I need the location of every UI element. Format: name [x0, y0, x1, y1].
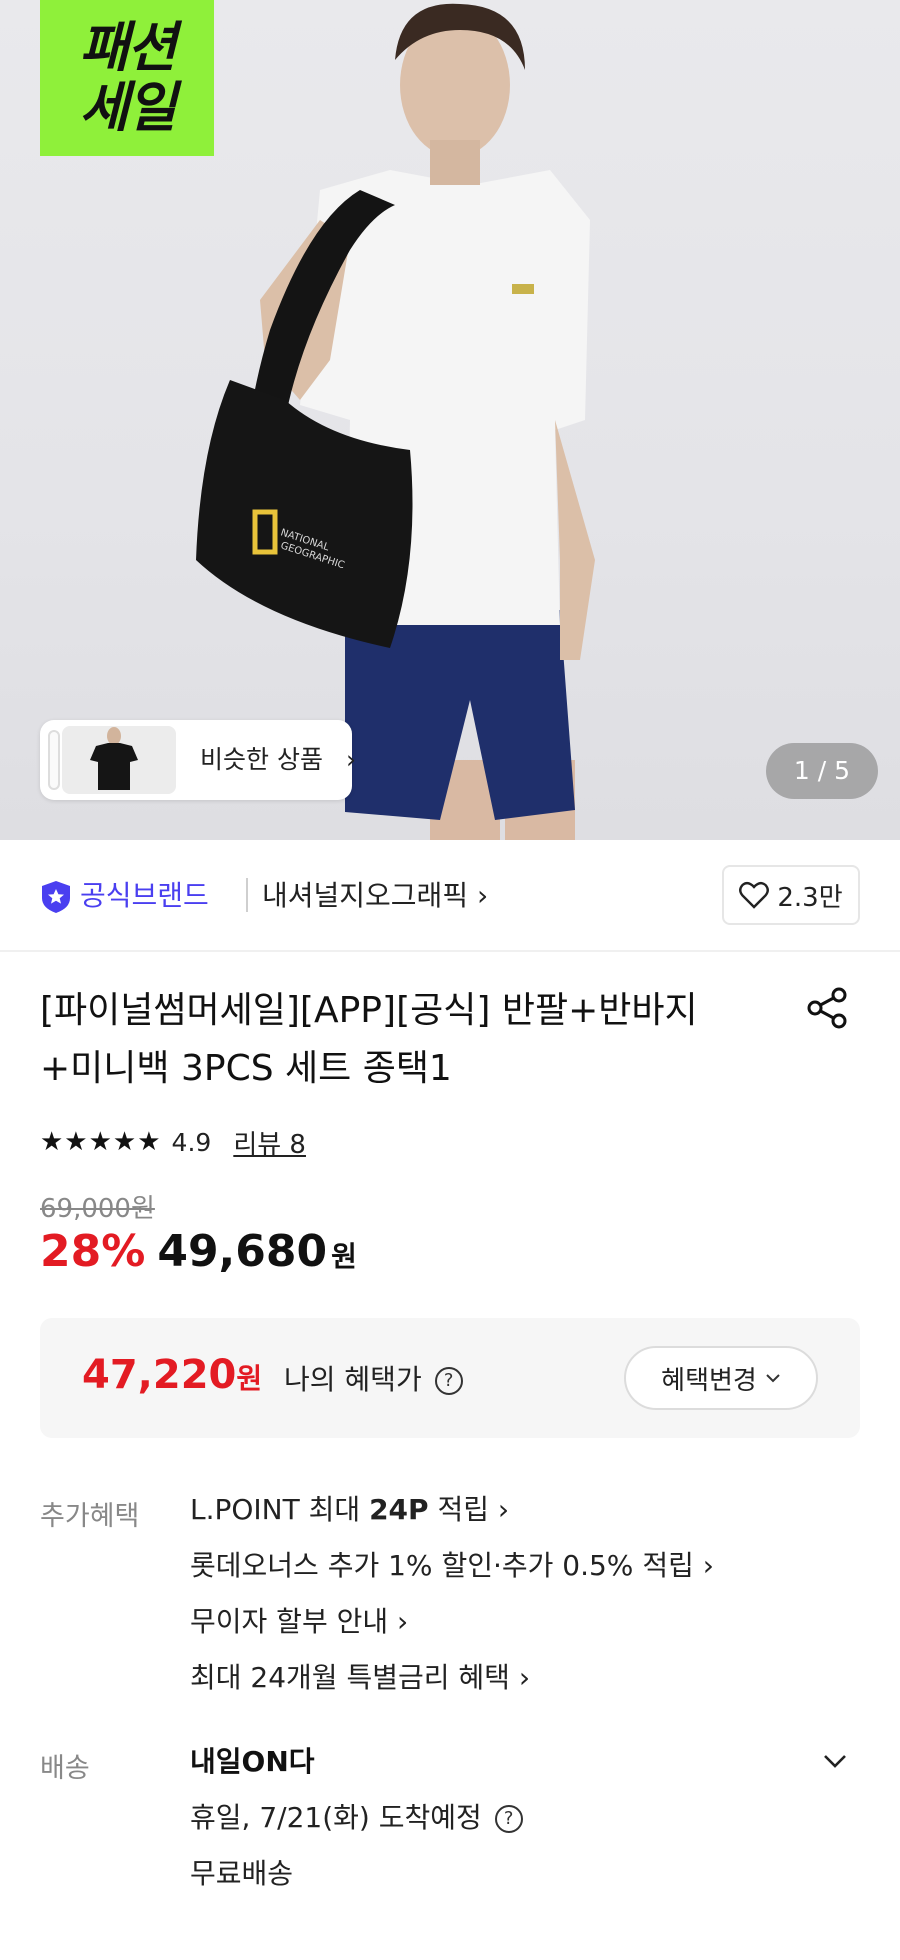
extra-item-text: 최대 24개월 특별금리 혜택 › — [190, 1661, 531, 1694]
promo-badge-line2: 세일 — [79, 76, 176, 139]
extra-benefit-lpoint[interactable]: L.POINT 최대 24P 적립 › — [190, 1490, 714, 1546]
shipping-label: 배송 — [40, 1753, 90, 1784]
brand-name-link[interactable]: 내셔널지오그래픽 › — [262, 874, 488, 914]
change-benefit-label: 혜택변경 — [661, 1365, 757, 1396]
price-row: 28% 49,680 원 — [40, 1226, 357, 1277]
brand-row: 공식브랜드 내셔널지오그래픽 › 2.3만 — [0, 840, 900, 952]
chevron-right-icon: › — [346, 745, 356, 774]
product-title: [파이널썸머세일][APP][공식] 반팔+반바지 +미니백 3PCS 세트 종… — [40, 982, 780, 1098]
rating-row: ★★★★★ 4.9 리뷰 8 — [40, 1122, 306, 1162]
discount-rate: 28% — [40, 1226, 146, 1277]
arrival-text: 휴일, 7/21(화) 도착예정 — [190, 1801, 482, 1834]
fashion-sale-badge: 패션 세일 — [40, 0, 214, 156]
share-icon[interactable] — [806, 986, 850, 1030]
shipping-title: 내일ON다 — [190, 1745, 315, 1778]
extra-benefits-list: L.POINT 최대 24P 적립 › 롯데오너스 추가 1% 할인·추가 0.… — [190, 1490, 714, 1714]
benefit-currency: 원 — [236, 1362, 263, 1395]
extra-item-bold: 24P — [369, 1493, 429, 1526]
similar-products-label: 비슷한 상품 — [200, 745, 323, 774]
similar-thumb-stack — [48, 730, 60, 790]
like-count: 2.3만 — [777, 882, 843, 913]
original-price: 69,000원 — [40, 1194, 155, 1224]
shipping-fee: 무료배송 — [190, 1857, 294, 1890]
extra-item-text: 롯데오너스 추가 1% 할인·추가 0.5% 적립 › — [190, 1549, 714, 1582]
extra-benefits-label: 추가혜택 — [40, 1501, 140, 1532]
similar-product-thumbnail — [62, 726, 176, 794]
extra-benefit-installment[interactable]: 무이자 할부 안내 › — [190, 1602, 714, 1658]
currency-unit: 원 — [331, 1240, 357, 1273]
star-rating-icon: ★★★★★ — [40, 1127, 162, 1157]
benefit-label-text: 나의 혜택가 — [284, 1363, 422, 1396]
benefit-label: 나의 혜택가 ? — [284, 1358, 463, 1398]
product-title-line2: +미니백 3PCS 세트 종택1 — [40, 1048, 452, 1089]
heart-icon — [739, 881, 770, 909]
benefit-price: 47,220원 — [82, 1352, 262, 1398]
official-shield-icon — [42, 881, 70, 913]
review-link[interactable]: 리뷰 8 — [233, 1124, 306, 1161]
extra-item-text: L.POINT 최대 — [190, 1493, 370, 1526]
my-benefit-box: 47,220원 나의 혜택가 ? 혜택변경 — [40, 1318, 860, 1438]
shipping-info: 내일ON다 휴일, 7/21(화) 도착예정 ? 무료배송 — [190, 1740, 523, 1908]
product-title-line1: [파이널썸머세일][APP][공식] 반팔+반바지 — [40, 990, 698, 1031]
similar-products-button[interactable]: 비슷한 상품 › — [40, 720, 356, 800]
sale-price: 49,680 — [157, 1226, 328, 1277]
like-button[interactable]: 2.3만 — [722, 865, 860, 925]
arrival-estimate: 휴일, 7/21(화) 도착예정 ? — [190, 1796, 523, 1852]
chevron-down-icon — [766, 1374, 780, 1383]
divider — [246, 878, 248, 912]
image-counter: 1 / 5 — [766, 743, 878, 799]
help-icon[interactable]: ? — [434, 1367, 463, 1395]
help-icon[interactable]: ? — [494, 1805, 523, 1833]
rating-value: 4.9 — [171, 1127, 212, 1157]
change-benefit-button[interactable]: 혜택변경 — [624, 1346, 818, 1410]
promo-badge-line1: 패션 — [79, 16, 176, 79]
extra-item-text: 무이자 할부 안내 › — [190, 1605, 409, 1638]
extra-item-text: 적립 › — [428, 1493, 510, 1526]
product-image-carousel[interactable]: NATIONAL GEOGRAPHIC 패션 세일 비슷한 상품 › 1 / 5 — [0, 0, 900, 840]
extra-benefit-special-rate[interactable]: 최대 24개월 특별금리 혜택 › — [190, 1658, 714, 1714]
official-brand-label: 공식브랜드 — [80, 879, 209, 912]
extra-benefit-lotte-owners[interactable]: 롯데오너스 추가 1% 할인·추가 0.5% 적립 › — [190, 1546, 714, 1602]
benefit-price-value: 47,220 — [82, 1352, 237, 1398]
chevron-down-icon[interactable] — [820, 1746, 850, 1776]
